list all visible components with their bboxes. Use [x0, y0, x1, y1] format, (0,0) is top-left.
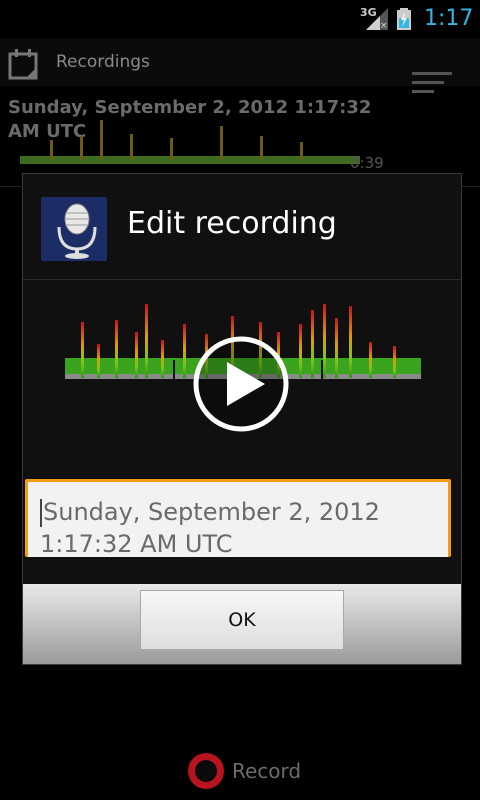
calendar-icon[interactable] — [8, 48, 40, 80]
battery-icon — [397, 8, 411, 30]
ok-button[interactable]: OK — [140, 590, 344, 650]
recording-duration: 0:39 — [350, 154, 384, 172]
status-bar: 3G × 1:17 — [0, 0, 480, 38]
dialog-header: Edit recording — [23, 174, 461, 280]
list-item[interactable]: Sunday, September 2, 2012 1:17:32 AM UTC… — [0, 86, 480, 187]
waveform-icon — [20, 120, 360, 164]
record-icon — [188, 753, 224, 789]
svg-text:×: × — [380, 21, 388, 30]
edit-recording-dialog: Edit recording Sunday, September 2, 2012… — [22, 173, 462, 665]
action-bar: Recordings — [0, 38, 480, 93]
text-cursor — [40, 499, 42, 527]
recording-name-value: Sunday, September 2, 2012 1:17:32 AM UTC — [40, 498, 380, 558]
record-button[interactable]: Record — [186, 751, 306, 791]
action-bar-title: Recordings — [56, 52, 150, 72]
microphone-icon — [41, 197, 107, 261]
dialog-title: Edit recording — [127, 206, 337, 241]
record-label: Record — [232, 759, 302, 783]
clock: 1:17 — [424, 6, 474, 31]
play-button[interactable] — [191, 334, 291, 434]
signal-icon: × — [366, 8, 388, 30]
recording-name-field[interactable]: Sunday, September 2, 2012 1:17:32 AM UTC — [25, 479, 451, 558]
dialog-button-bar: OK — [23, 584, 461, 664]
